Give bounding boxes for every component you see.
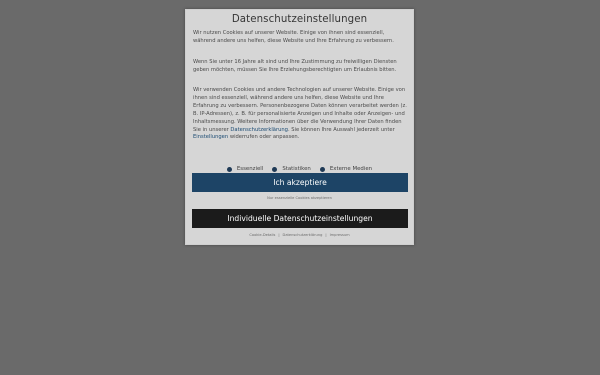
settings-link[interactable]: Einstellungen [193, 134, 228, 140]
footer-separator: | [278, 233, 280, 237]
toggle-externe-medien[interactable]: Externe Medien [319, 166, 373, 172]
toggle-label: Essenziell [236, 166, 264, 172]
accept-button[interactable]: Ich akzeptiere [192, 173, 408, 192]
imprint-link[interactable]: Impressum [330, 233, 350, 237]
essential-only-link[interactable]: Nur essenzielle Cookies akzeptieren [186, 196, 413, 200]
radio-dot-icon [272, 166, 278, 172]
individual-settings-button[interactable]: Individuelle Datenschutzeinstellungen [192, 209, 408, 228]
details-paragraph: Wir verwenden Cookies und andere Technol… [193, 87, 407, 142]
privacy-settings-dialog: Datenschutzeinstellungen Wir nutzen Cook… [185, 9, 414, 245]
dialog-title: Datenschutzeinstellungen [231, 14, 368, 25]
radio-dot-icon [226, 166, 232, 172]
details-text-end: widerrufen oder anpassen. [228, 134, 300, 141]
toggle-label: Externe Medien [329, 166, 373, 172]
toggle-essenziell[interactable]: Essenziell [226, 166, 264, 172]
age-notice-paragraph: Wenn Sie unter 16 Jahre alt sind und Ihr… [193, 59, 397, 73]
radio-dot-icon [319, 166, 325, 172]
details-text-middle: . Sie können Ihre Auswahl jederzeit unte… [287, 126, 395, 133]
footer-separator: | [325, 233, 327, 237]
toggle-label: Statistiken [282, 166, 311, 172]
privacy-policy-link[interactable]: Datenschutzerklärung [230, 127, 288, 133]
cookie-details-link[interactable]: Cookie-Details [249, 233, 275, 237]
intro-paragraph: Wir nutzen Cookies auf unserer Website. … [193, 30, 394, 44]
cookie-category-toggles: Essenziell Statistiken Externe Medien [186, 166, 413, 172]
footer-links: Cookie-Details | Datenschutzerklärung | … [186, 233, 413, 237]
toggle-statistiken[interactable]: Statistiken [272, 166, 311, 172]
privacy-policy-footer-link[interactable]: Datenschutzerklärung [283, 233, 323, 237]
